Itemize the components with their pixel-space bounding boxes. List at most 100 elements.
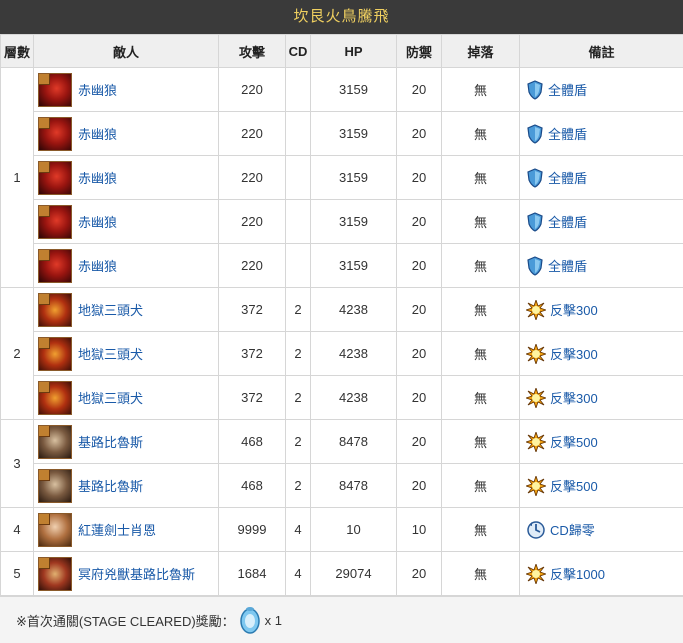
cd-cell: 2 [286, 332, 311, 376]
enemy-name-link[interactable]: 地獄三頭犬 [78, 344, 143, 363]
enemy-name-link[interactable]: 赤幽狼 [78, 212, 117, 231]
cd-cell [286, 244, 311, 288]
enemy-portrait[interactable] [38, 337, 72, 371]
enemy-cell: 地獄三頭犬 [34, 332, 219, 376]
hp-cell: 3159 [311, 112, 397, 156]
defense-cell: 20 [397, 244, 442, 288]
drop-cell: 無 [442, 112, 520, 156]
enemy-portrait[interactable] [38, 73, 72, 107]
note-cell: 反擊300 [520, 332, 683, 376]
enemy-name-link[interactable]: 赤幽狼 [78, 168, 117, 187]
reward-label: ※首次通關(STAGE CLEARED)獎勵： [16, 611, 235, 630]
enemy-portrait[interactable] [38, 117, 72, 151]
enemy-portrait[interactable] [38, 293, 72, 327]
enemy-portrait[interactable] [38, 161, 72, 195]
shield-icon [526, 80, 544, 100]
drop-cell: 無 [442, 156, 520, 200]
skill-link[interactable]: 全體盾 [548, 168, 587, 187]
enemy-portrait[interactable] [38, 557, 72, 591]
enemy-name-link[interactable]: 基路比魯斯 [78, 432, 143, 451]
attack-cell: 468 [219, 464, 286, 508]
note-cell: 反擊300 [520, 376, 683, 420]
attack-cell: 1684 [219, 552, 286, 596]
enemy-cell: 基路比魯斯 [34, 464, 219, 508]
burst-icon [526, 564, 546, 584]
header-attack: 攻擊 [219, 35, 286, 68]
defense-cell: 20 [397, 332, 442, 376]
note-cell: 反擊500 [520, 420, 683, 464]
defense-cell: 20 [397, 112, 442, 156]
enemy-name-link[interactable]: 地獄三頭犬 [78, 300, 143, 319]
skill-link[interactable]: 全體盾 [548, 212, 587, 231]
enemy-name-link[interactable]: 紅蓮劍士肖恩 [78, 520, 156, 539]
enemy-name-link[interactable]: 地獄三頭犬 [78, 388, 143, 407]
enemy-portrait[interactable] [38, 381, 72, 415]
attack-cell: 220 [219, 68, 286, 112]
floor-cell: 5 [1, 552, 34, 596]
enemy-name-link[interactable]: 基路比魯斯 [78, 476, 143, 495]
header-note: 備註 [520, 35, 683, 68]
skill-link[interactable]: 全體盾 [548, 80, 587, 99]
attack-cell: 220 [219, 156, 286, 200]
shield-icon [526, 256, 544, 276]
defense-cell: 20 [397, 552, 442, 596]
floor-cell: 2 [1, 288, 34, 420]
enemy-portrait[interactable] [38, 513, 72, 547]
enemy-portrait[interactable] [38, 205, 72, 239]
skill-link[interactable]: 全體盾 [548, 124, 587, 143]
shield-icon [526, 212, 544, 232]
cd-cell [286, 68, 311, 112]
skill-link[interactable]: 反擊300 [550, 300, 598, 319]
defense-cell: 20 [397, 464, 442, 508]
hp-cell: 10 [311, 508, 397, 552]
hp-cell: 4238 [311, 332, 397, 376]
enemy-name-link[interactable]: 冥府兇獸基路比魯斯 [78, 564, 195, 583]
stage-title: 坎艮火鳥騰飛 [0, 0, 683, 34]
table-row: 地獄三頭犬3722423820無反擊300 [1, 376, 683, 420]
table-row: 3基路比魯斯4682847820無反擊500 [1, 420, 683, 464]
enemy-cell: 冥府兇獸基路比魯斯 [34, 552, 219, 596]
header-floor: 層數 [1, 35, 34, 68]
drop-cell: 無 [442, 68, 520, 112]
header-hp: HP [311, 35, 397, 68]
table-row: 4紅蓮劍士肖恩999941010無CD歸零 [1, 508, 683, 552]
skill-link[interactable]: 反擊500 [550, 432, 598, 451]
enemy-name-link[interactable]: 赤幽狼 [78, 124, 117, 143]
table-header-row: 層數 敵人 攻擊 CD HP 防禦 掉落 備註 [1, 35, 683, 68]
cd-cell: 4 [286, 508, 311, 552]
drop-cell: 無 [442, 288, 520, 332]
skill-link[interactable]: 反擊1000 [550, 564, 605, 583]
enemy-name-link[interactable]: 赤幽狼 [78, 80, 117, 99]
floor-cell: 3 [1, 420, 34, 508]
table-row: 赤幽狼220315920無全體盾 [1, 244, 683, 288]
defense-cell: 20 [397, 376, 442, 420]
enemy-portrait[interactable] [38, 425, 72, 459]
skill-link[interactable]: 反擊300 [550, 344, 598, 363]
table-row: 基路比魯斯4682847820無反擊500 [1, 464, 683, 508]
hp-cell: 29074 [311, 552, 397, 596]
table-row: 赤幽狼220315920無全體盾 [1, 156, 683, 200]
note-cell: 全體盾 [520, 68, 683, 112]
enemy-portrait[interactable] [38, 469, 72, 503]
cd-cell [286, 200, 311, 244]
defense-cell: 20 [397, 420, 442, 464]
attack-cell: 468 [219, 420, 286, 464]
cd-cell: 2 [286, 464, 311, 508]
note-cell: 反擊500 [520, 464, 683, 508]
skill-link[interactable]: 反擊500 [550, 476, 598, 495]
enemy-cell: 地獄三頭犬 [34, 376, 219, 420]
enemy-name-link[interactable]: 赤幽狼 [78, 256, 117, 275]
defense-cell: 10 [397, 508, 442, 552]
skill-link[interactable]: CD歸零 [550, 520, 595, 539]
enemy-portrait[interactable] [38, 249, 72, 283]
attack-cell: 220 [219, 244, 286, 288]
cd-reset-icon [526, 520, 546, 540]
skill-link[interactable]: 反擊300 [550, 388, 598, 407]
enemy-cell: 基路比魯斯 [34, 420, 219, 464]
note-cell: 全體盾 [520, 156, 683, 200]
burst-icon [526, 344, 546, 364]
burst-icon [526, 388, 546, 408]
skill-link[interactable]: 全體盾 [548, 256, 587, 275]
drop-cell: 無 [442, 420, 520, 464]
enemy-cell: 赤幽狼 [34, 68, 219, 112]
